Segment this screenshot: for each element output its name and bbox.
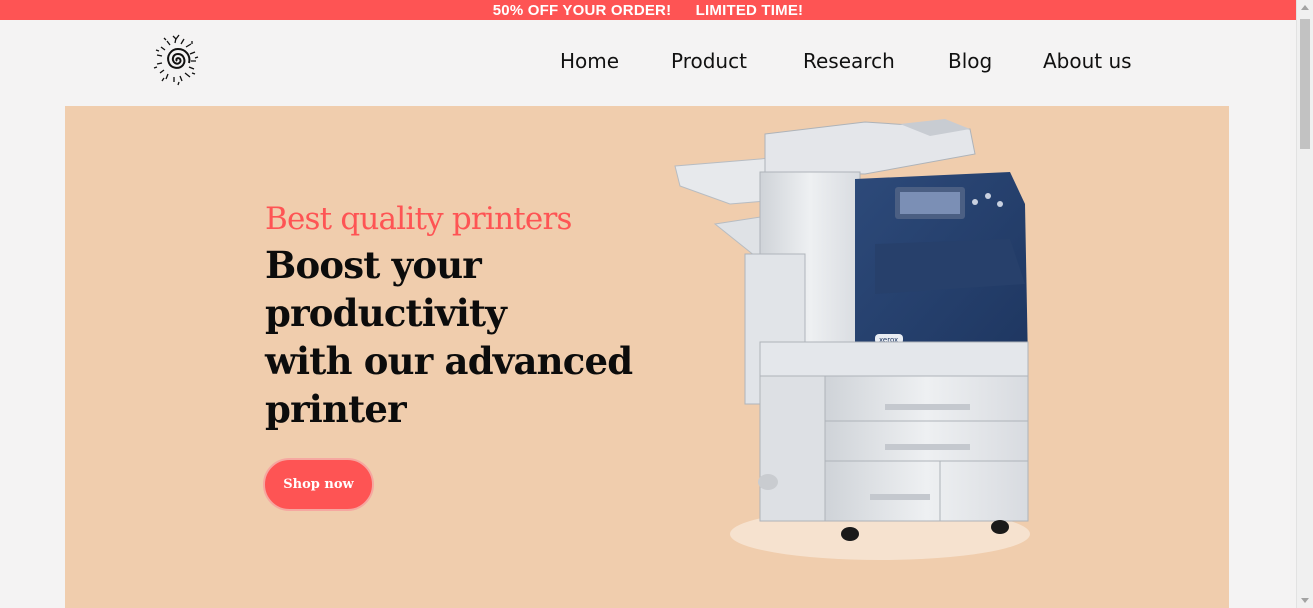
promo-limited-text: LIMITED TIME! xyxy=(695,2,804,19)
scroll-thumb[interactable] xyxy=(1300,19,1310,149)
scroll-down-arrow-icon[interactable] xyxy=(1301,598,1309,603)
printer-image: xerox xyxy=(674,119,1030,560)
hero-title-line: productivity xyxy=(265,291,507,335)
hero-section: Best quality printers Boost your product… xyxy=(65,106,1229,608)
hero-title-line: Boost your xyxy=(265,243,482,287)
shop-now-button[interactable]: Shop now xyxy=(263,458,374,511)
spiral-sun-logo-icon[interactable] xyxy=(148,30,204,90)
hero-title-line: with our advanced xyxy=(265,339,633,383)
promo-offer-text: 50% OFF YOUR ORDER! xyxy=(492,2,672,19)
hero-title-line: printer xyxy=(265,387,407,431)
nav-product[interactable]: Product xyxy=(671,49,747,73)
promo-banner: 50% OFF YOUR ORDER! LIMITED TIME! xyxy=(0,0,1296,20)
hero-title: Boost your productivity with our advance… xyxy=(265,241,645,433)
nav-about-us[interactable]: About us xyxy=(1043,49,1132,73)
scroll-up-arrow-icon[interactable] xyxy=(1301,5,1309,10)
nav-blog[interactable]: Blog xyxy=(948,49,992,73)
nav-home[interactable]: Home xyxy=(560,49,619,73)
hero-subtitle: Best quality printers xyxy=(265,201,572,237)
nav-research[interactable]: Research xyxy=(803,49,895,73)
vertical-scrollbar[interactable] xyxy=(1296,0,1313,608)
